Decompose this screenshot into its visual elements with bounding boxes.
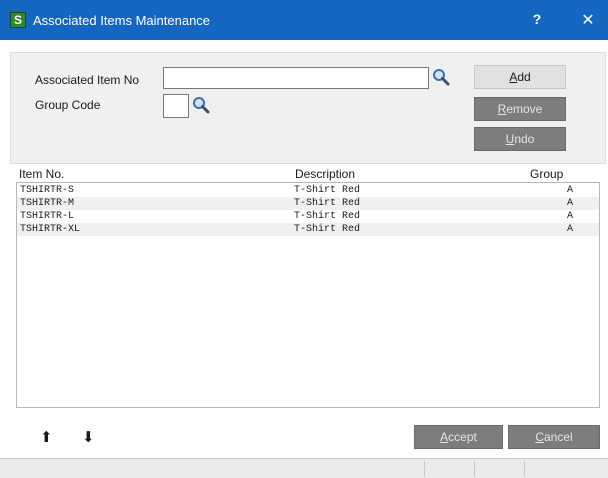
column-header-group[interactable]: Group [530, 167, 563, 181]
status-divider [524, 461, 525, 477]
cell-description: T-Shirt Red [294, 211, 361, 222]
cell-group: A [567, 224, 574, 235]
column-header-item-no[interactable]: Item No. [19, 167, 64, 181]
remove-button[interactable]: Remove [474, 97, 566, 121]
add-button[interactable]: Add [474, 65, 566, 89]
remove-label: emove [506, 102, 543, 116]
remove-mnemonic: R [497, 102, 507, 116]
arrow-up-icon[interactable]: ⬆ [40, 428, 53, 446]
cell-item-no: TSHIRTR-M [20, 198, 75, 209]
title-bar: S Associated Items Maintenance ? ✕ [0, 0, 608, 40]
cell-group: A [567, 198, 574, 209]
items-grid[interactable]: TSHIRTR-S T-Shirt Red A TSHIRTR-M T-Shir… [16, 182, 600, 408]
arrow-down-icon[interactable]: ⬇ [82, 428, 95, 446]
table-row[interactable]: TSHIRTR-S T-Shirt Red A [17, 184, 599, 197]
app-icon: S [10, 12, 26, 28]
undo-mnemonic: U [505, 132, 515, 146]
associated-item-no-input[interactable] [163, 67, 429, 89]
status-divider [424, 461, 425, 477]
column-header-description[interactable]: Description [295, 167, 355, 181]
form-panel: Associated Item No Group Code Add Remove… [10, 52, 606, 164]
search-icon[interactable] [192, 96, 210, 114]
cell-item-no: TSHIRTR-S [20, 185, 75, 196]
accept-mnemonic: A [440, 430, 449, 444]
status-bar [0, 458, 608, 478]
item-no-label: Associated Item No [35, 73, 140, 87]
cell-description: T-Shirt Red [294, 185, 361, 196]
cell-item-no: TSHIRTR-XL [20, 224, 81, 235]
cell-item-no: TSHIRTR-L [20, 211, 75, 222]
table-row[interactable]: TSHIRTR-L T-Shirt Red A [17, 210, 599, 223]
accept-label: ccept [448, 430, 477, 444]
table-row[interactable]: TSHIRTR-M T-Shirt Red A [17, 197, 599, 210]
undo-button[interactable]: Undo [474, 127, 566, 151]
window-title: Associated Items Maintenance [33, 13, 211, 28]
close-button[interactable]: ✕ [577, 10, 599, 30]
cell-description: T-Shirt Red [294, 198, 361, 209]
accept-button[interactable]: Accept [414, 425, 503, 449]
cancel-mnemonic: C [535, 430, 544, 444]
status-divider [474, 461, 475, 477]
table-row[interactable]: TSHIRTR-XL T-Shirt Red A [17, 223, 599, 236]
cancel-label: ancel [543, 430, 573, 444]
add-label: dd [517, 70, 531, 84]
cancel-button[interactable]: Cancel [508, 425, 600, 449]
cell-group: A [567, 185, 574, 196]
group-code-input[interactable] [163, 94, 189, 118]
group-code-label: Group Code [35, 98, 101, 112]
search-icon[interactable] [432, 68, 450, 86]
undo-label: ndo [514, 132, 535, 146]
cell-group: A [567, 211, 574, 222]
help-button[interactable]: ? [526, 11, 548, 29]
cell-description: T-Shirt Red [294, 224, 361, 235]
